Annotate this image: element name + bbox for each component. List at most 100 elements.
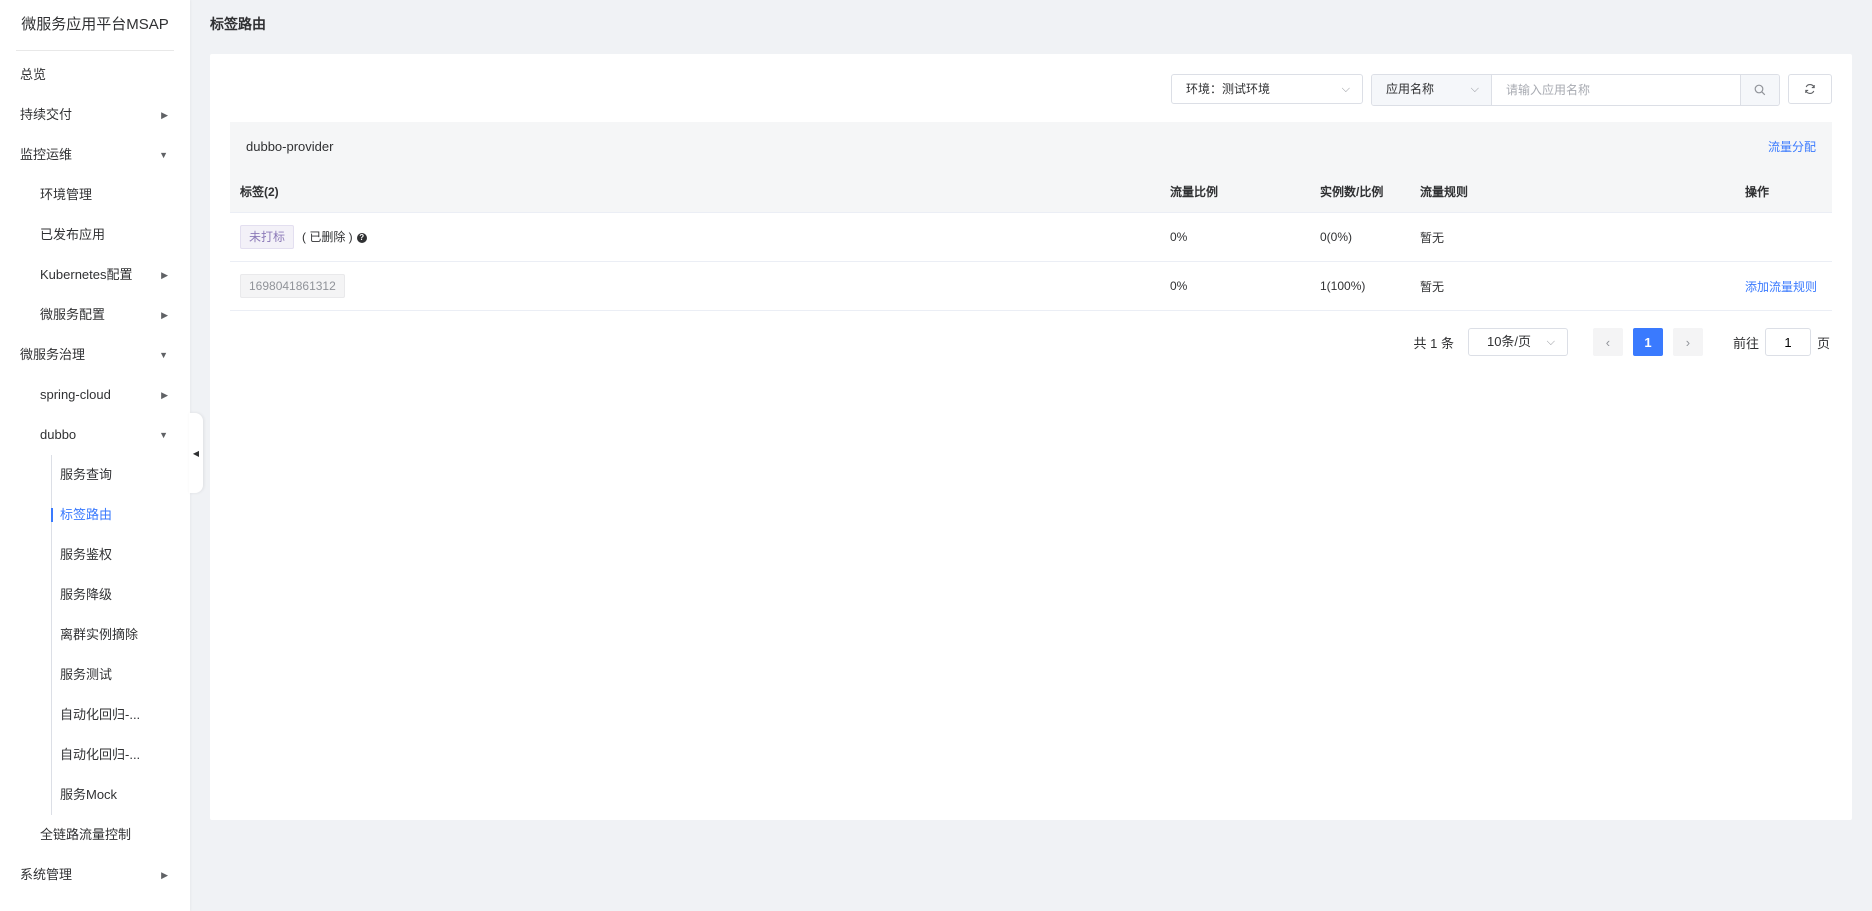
content-card: 环境：测试环境 ⌵ 应用名称 ⌵ 请输入应用名称 dubbo-provider … — [210, 54, 1852, 820]
sidebar-item-system-management[interactable]: 系统管理 ▶ — [0, 855, 190, 895]
table-row: 1698041861312 0% 1(100%) 暂无 添加流量规则 — [230, 261, 1832, 311]
app-group-header: dubbo-provider 流量分配 — [230, 122, 1832, 170]
sidebar-item-spring-cloud[interactable]: spring-cloud ▶ — [0, 375, 190, 415]
search-input[interactable] — [1492, 75, 1740, 105]
sidebar-item-dubbo[interactable]: dubbo ▼ — [0, 415, 190, 455]
search-icon — [1754, 84, 1766, 96]
goto-page: 前往 页 — [1733, 328, 1830, 356]
sidebar-item-outlier-removal[interactable]: 离群实例摘除 — [0, 615, 190, 655]
sidebar-item-service-auth[interactable]: 服务鉴权 — [0, 535, 190, 575]
sidebar-item-label: 自动化回归-... — [60, 707, 141, 722]
goto-page-input[interactable] — [1764, 328, 1811, 356]
deleted-note: ( 已删除 ) — [302, 230, 353, 244]
tag-cell: 未打标 ( 已删除 )? — [230, 212, 1160, 262]
sidebar-item-auto-regression-2[interactable]: 自动化回归-... — [0, 735, 190, 775]
app-name: dubbo-provider — [246, 138, 334, 154]
sidebar-item-service-query[interactable]: 服务查询 — [0, 455, 190, 495]
col-traffic-ratio: 流量比例 — [1160, 170, 1310, 213]
col-actions: 操作 — [1735, 170, 1832, 213]
sidebar-item-label: 持续交付 — [20, 107, 73, 122]
sidebar-item-monitoring[interactable]: 监控运维 ▼ — [0, 135, 190, 175]
traffic-allocation-link[interactable]: 流量分配 — [1768, 138, 1816, 155]
actions-cell — [1735, 212, 1832, 262]
sidebar-item-published-apps[interactable]: 已发布应用 — [0, 215, 190, 255]
app-title: 微服务应用平台MSAP — [16, 0, 174, 51]
sidebar-item-label: 总览 — [20, 67, 47, 82]
sidebar-item-label: 服务查询 — [60, 467, 113, 482]
sidebar-item-label: 全链路流量控制 — [40, 827, 132, 842]
sidebar-item-env-management[interactable]: 环境管理 — [0, 175, 190, 215]
traffic-rule-cell: 暂无 — [1410, 261, 1735, 311]
prev-page-button[interactable]: ‹ — [1592, 328, 1623, 356]
chevron-left-icon: ‹ — [1605, 334, 1611, 350]
sidebar-item-service-degrade[interactable]: 服务降级 — [0, 575, 190, 615]
sidebar-item-full-link-traffic[interactable]: 全链路流量控制 — [0, 815, 190, 855]
actions-cell: 添加流量规则 — [1735, 261, 1832, 311]
instances-cell: 0(0%) — [1310, 212, 1410, 262]
sidebar-item-label: 微服务配置 — [40, 307, 106, 322]
col-instances: 实例数/比例 — [1310, 170, 1410, 213]
tag-badge: 1698041861312 — [240, 274, 345, 298]
traffic-ratio-cell: 0% — [1160, 212, 1310, 262]
sidebar-item-label: 系统管理 — [20, 867, 73, 882]
chevron-down-icon: ⌵ — [1470, 83, 1479, 95]
sidebar-item-service-mock[interactable]: 服务Mock — [0, 775, 190, 815]
caret-right-icon: ▶ — [161, 310, 168, 320]
tag-badge: 未打标 — [240, 225, 295, 249]
sidebar-item-tag-routing[interactable]: 标签路由 — [0, 495, 190, 535]
sidebar-item-continuous-delivery[interactable]: 持续交付 ▶ — [0, 95, 190, 135]
sidebar-menu: 总览 持续交付 ▶ 监控运维 ▼ 环境管理 已发布应用 Kubernetes配置 ▶ … — [0, 55, 190, 895]
traffic-rule-cell: 暂无 — [1410, 212, 1735, 262]
sidebar-item-label: 服务鉴权 — [60, 547, 113, 562]
add-traffic-rule-link[interactable]: 添加流量规则 — [1745, 280, 1817, 294]
refresh-icon — [1805, 84, 1815, 94]
table-row: 未打标 ( 已删除 )? 0% 0(0%) 暂无 — [230, 212, 1832, 262]
col-traffic-rule: 流量规则 — [1410, 170, 1735, 213]
toolbar: 环境：测试环境 ⌵ 应用名称 ⌵ — [1171, 74, 1832, 106]
page-size-select[interactable]: 10条/页 ⌵ — [1467, 328, 1568, 356]
sidebar-collapse-toggle[interactable]: ◀ — [189, 413, 203, 493]
chevron-down-icon: ⌵ — [1546, 336, 1555, 348]
sidebar-item-label: dubbo — [40, 427, 77, 442]
sidebar-item-label: Kubernetes配置 — [40, 267, 133, 282]
sidebar-item-label: 自动化回归-... — [60, 747, 141, 762]
caret-down-icon: ▼ — [159, 150, 168, 160]
sidebar-item-label: 微服务治理 — [20, 347, 86, 362]
caret-right-icon: ▶ — [161, 110, 168, 120]
search-type-value: 应用名称 — [1386, 82, 1435, 96]
total-count: 共 1 条 — [1413, 335, 1454, 351]
sidebar-item-label: 服务Mock — [60, 787, 118, 802]
table-header-row: 标签(2) 流量比例 实例数/比例 流量规则 操作 — [230, 170, 1832, 213]
caret-right-icon: ▶ — [161, 270, 168, 280]
sidebar-item-kubernetes-config[interactable]: Kubernetes配置 ▶ — [0, 255, 190, 295]
env-select[interactable]: 环境：测试环境 ⌵ — [1171, 74, 1363, 104]
instances-cell: 1(100%) — [1310, 261, 1410, 311]
sidebar-item-label: 已发布应用 — [40, 227, 106, 242]
caret-right-icon: ▶ — [161, 870, 168, 880]
sidebar-item-label: spring-cloud — [40, 387, 111, 402]
page-number-current[interactable]: 1 — [1632, 328, 1663, 356]
sidebar-item-label: 环境管理 — [40, 187, 93, 202]
next-page-button[interactable]: › — [1672, 328, 1703, 356]
goto-label: 前往 — [1732, 335, 1759, 351]
active-indicator — [51, 508, 53, 522]
caret-down-icon: ▼ — [159, 350, 168, 360]
search-button[interactable] — [1740, 75, 1779, 105]
dubbo-submenu: 服务查询 标签路由 服务鉴权 服务降级 离群实例摘除 服务测试 自动化回归-..… — [0, 455, 190, 815]
page-title: 标签路由 — [210, 16, 266, 32]
caret-right-icon: ▶ — [161, 390, 168, 400]
tag-cell: 1698041861312 — [230, 261, 1160, 311]
sidebar-item-auto-regression-1[interactable]: 自动化回归-... — [0, 695, 190, 735]
sidebar-item-overview[interactable]: 总览 — [0, 55, 190, 95]
search-group: 应用名称 ⌵ — [1371, 74, 1780, 106]
sidebar-item-governance[interactable]: 微服务治理 ▼ — [0, 335, 190, 375]
pagination: 共 1 条 10条/页 ⌵ ‹ 1 › 前往 页 — [1413, 328, 1830, 356]
refresh-button[interactable] — [1788, 74, 1832, 104]
sidebar-item-label: 离群实例摘除 — [60, 627, 139, 642]
search-type-select[interactable]: 应用名称 ⌵ — [1372, 75, 1492, 105]
env-select-value: 环境：测试环境 — [1186, 82, 1271, 96]
sidebar-item-microservice-config[interactable]: 微服务配置 ▶ — [0, 295, 190, 335]
help-icon[interactable]: ? — [356, 232, 367, 243]
chevron-right-icon: › — [1685, 334, 1691, 350]
sidebar-item-service-test[interactable]: 服务测试 — [0, 655, 190, 695]
